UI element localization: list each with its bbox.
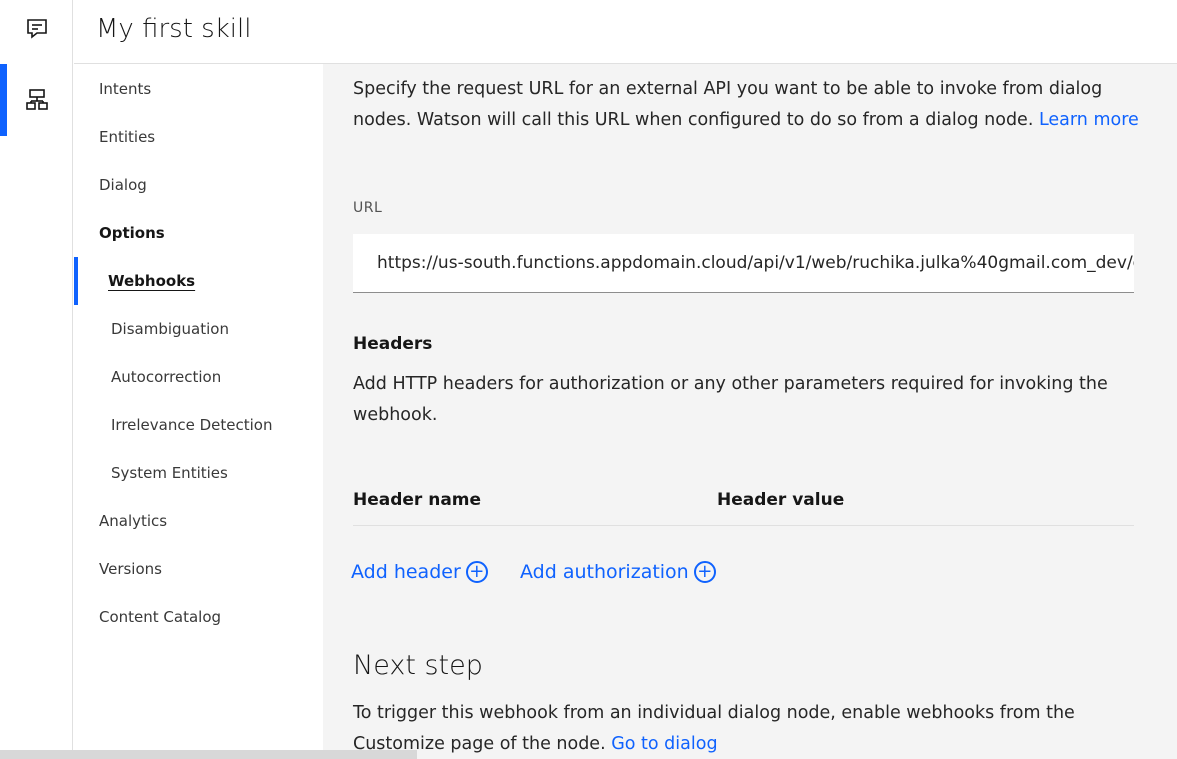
nav-item-autocorrection[interactable]: Autocorrection xyxy=(111,368,221,386)
url-label: URL xyxy=(353,200,383,216)
learn-more-link[interactable]: Learn more xyxy=(1039,110,1139,130)
chat-icon xyxy=(26,19,47,39)
go-to-dialog-link[interactable]: Go to dialog xyxy=(611,734,717,754)
next-step-title: Next step xyxy=(353,650,483,681)
headers-description: Add HTTP headers for authorization or an… xyxy=(353,374,1108,425)
url-input[interactable]: https://us-south.functions.appdomain.clo… xyxy=(353,234,1134,293)
header-value-column: Header value xyxy=(717,490,845,510)
nav-item-disambiguation[interactable]: Disambiguation xyxy=(111,320,229,338)
nav-item-dialog[interactable]: Dialog xyxy=(99,176,147,194)
rail-chat-button[interactable] xyxy=(0,0,73,58)
headers-title: Headers xyxy=(353,334,433,354)
left-rail xyxy=(0,0,73,759)
plus-circle-icon: + xyxy=(693,561,716,583)
nav-item-entities[interactable]: Entities xyxy=(99,128,155,146)
nav-item-irrelevance-detection[interactable]: Irrelevance Detection xyxy=(111,416,272,434)
headers-table-divider xyxy=(353,525,1134,526)
webhooks-panel: Specify the request URL for an external … xyxy=(323,64,1177,759)
next-step-paragraph: To trigger this webhook from an individu… xyxy=(353,698,1143,759)
rail-skill-button[interactable] xyxy=(0,64,73,136)
add-authorization-button[interactable]: Add authorization + xyxy=(520,561,716,583)
skill-tree-icon xyxy=(25,89,48,110)
nav-item-content-catalog[interactable]: Content Catalog xyxy=(99,608,221,626)
horizontal-scrollbar[interactable] xyxy=(0,750,417,759)
skill-nav: Intents Entities Dialog Options Webhooks… xyxy=(74,64,323,759)
header-name-column: Header name xyxy=(353,490,482,510)
nav-item-intents[interactable]: Intents xyxy=(99,80,151,98)
nav-item-versions[interactable]: Versions xyxy=(99,560,162,578)
add-header-label: Add header xyxy=(351,561,461,583)
add-authorization-label: Add authorization xyxy=(520,561,689,583)
nav-active-indicator xyxy=(74,257,78,305)
nav-item-system-entities[interactable]: System Entities xyxy=(111,464,228,482)
page-title: My first skill xyxy=(96,14,252,44)
intro-paragraph: Specify the request URL for an external … xyxy=(353,74,1143,136)
page-header: My first skill xyxy=(74,0,1177,64)
add-header-button[interactable]: Add header + xyxy=(351,561,488,583)
nav-item-analytics[interactable]: Analytics xyxy=(99,512,167,530)
nav-item-webhooks[interactable]: Webhooks xyxy=(108,272,195,290)
intro-text: Specify the request URL for an external … xyxy=(353,79,1103,130)
nav-item-options[interactable]: Options xyxy=(99,224,165,242)
plus-circle-icon: + xyxy=(465,561,488,583)
